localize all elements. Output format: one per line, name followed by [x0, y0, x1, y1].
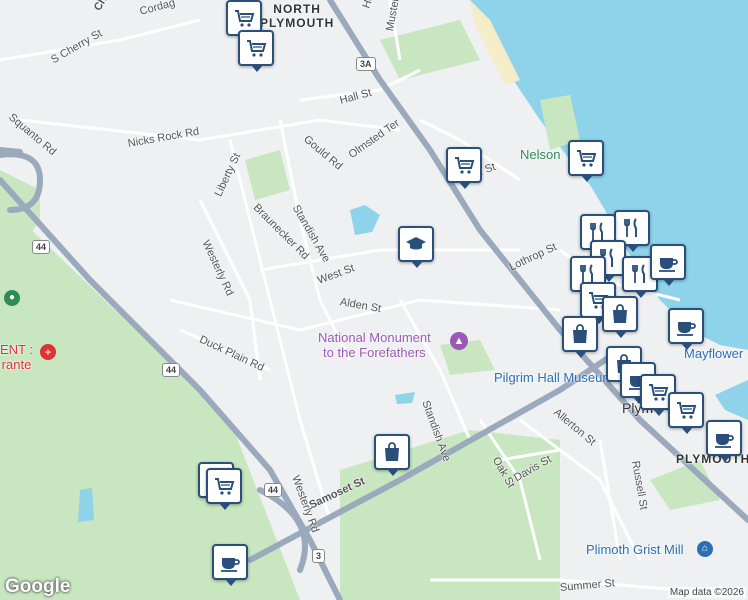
map-attribution[interactable]: Map data ©2026 [667, 587, 746, 598]
place-label[interactable]: ENT : rante [0, 342, 33, 372]
map-marker[interactable] [374, 434, 410, 476]
cart-icon [452, 153, 476, 177]
cart-icon [212, 474, 236, 498]
place-label[interactable]: Nelson [520, 147, 560, 162]
cart-icon [244, 36, 268, 60]
map-marker[interactable] [602, 296, 638, 338]
shopping-bag-icon [608, 302, 632, 326]
map-marker[interactable] [206, 468, 242, 510]
map-marker[interactable] [668, 308, 704, 350]
map-marker[interactable] [238, 30, 274, 72]
school-icon [404, 232, 428, 256]
map-marker[interactable] [706, 420, 742, 462]
shopping-bag-icon [380, 440, 404, 464]
coffee-icon [674, 314, 698, 338]
hospital-icon[interactable]: + [40, 344, 56, 360]
map-canvas[interactable]: S Cherry St Cordag Che Squanto Rd Nicks … [0, 0, 748, 600]
cart-icon [574, 146, 598, 170]
map-marker[interactable] [398, 226, 434, 268]
cart-icon [646, 380, 670, 404]
route-shield: 3A [356, 57, 376, 71]
museum-icon[interactable]: ⌂ [697, 541, 713, 557]
park-pin-icon[interactable]: ● [4, 290, 20, 306]
monument-icon[interactable]: ▲ [450, 332, 468, 350]
route-shield: 44 [32, 240, 51, 254]
place-label[interactable]: National Monument to the Forefathers [318, 330, 431, 360]
restaurant-icon [628, 262, 652, 286]
cart-icon [674, 398, 698, 422]
map-marker[interactable] [568, 140, 604, 182]
map-marker[interactable] [446, 147, 482, 189]
coffee-icon [712, 426, 736, 450]
map-marker[interactable] [650, 244, 686, 286]
shopping-bag-icon [568, 322, 592, 346]
coffee-icon [218, 550, 242, 574]
map-marker[interactable] [562, 316, 598, 358]
town-label: NORTH PLYMOUTH [260, 2, 335, 30]
coffee-icon [656, 250, 680, 274]
place-label[interactable]: Pilgrim Hall Museum [494, 370, 613, 385]
google-logo: Google [5, 576, 71, 597]
restaurant-icon [620, 216, 644, 240]
cart-icon [232, 6, 256, 30]
place-label[interactable]: Plimoth Grist Mill [586, 542, 684, 557]
route-shield: 3 [312, 549, 326, 563]
map-marker[interactable] [212, 544, 248, 586]
route-shield: 44 [162, 363, 181, 377]
route-shield: 44 [264, 483, 283, 497]
map-marker[interactable] [668, 392, 704, 434]
